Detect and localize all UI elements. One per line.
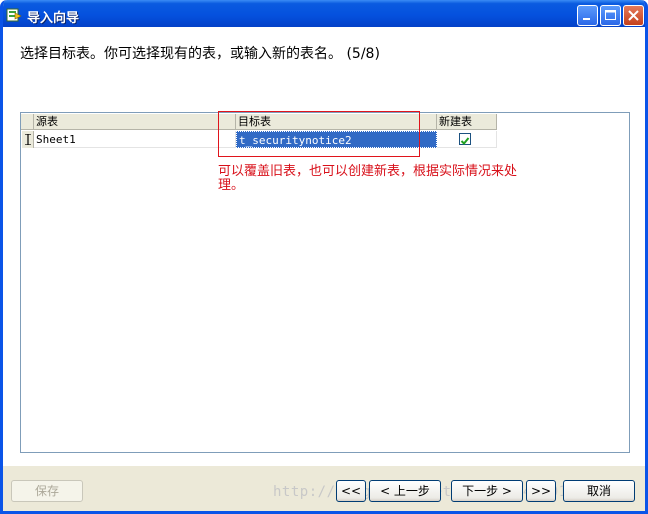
maximize-button[interactable] [600, 5, 621, 26]
wizard-content: 选择目标表。你可选择现有的表，或输入新的表名。 (5/8) 源表 目标表 新建表… [3, 27, 645, 465]
window-title: 导入向导 [27, 11, 80, 26]
new-table-checkbox[interactable] [459, 133, 471, 145]
column-header-source[interactable]: 源表 [34, 114, 236, 130]
row-header-corner [21, 114, 34, 130]
next-step-button[interactable]: 下一步 > [451, 480, 523, 502]
first-step-button[interactable]: << [336, 480, 366, 502]
column-header-new-table[interactable]: 新建表 [437, 114, 497, 130]
previous-step-button[interactable]: < 上一步 [369, 480, 441, 502]
row-edit-icon [25, 134, 31, 145]
source-table-cell[interactable]: Sheet1 [34, 131, 236, 148]
import-wizard-window: 导入向导 选择目标表。你可选择现有的表，或输入新的表名。 (5/8) 源表 目标… [0, 0, 648, 514]
new-table-cell[interactable] [437, 131, 497, 148]
save-button[interactable]: 保存 [11, 480, 83, 502]
import-wizard-icon [6, 7, 22, 23]
minimize-icon [583, 18, 590, 20]
instruction-text: 选择目标表。你可选择现有的表，或输入新的表名。 (5/8) [20, 46, 380, 62]
target-column-highlight [218, 111, 420, 157]
checkbox-checked-icon [460, 137, 470, 145]
minimize-button[interactable] [577, 5, 598, 26]
last-step-button[interactable]: >> [526, 480, 556, 502]
close-button[interactable] [623, 5, 644, 26]
row-indicator[interactable] [22, 131, 34, 148]
maximize-icon [605, 10, 616, 20]
cancel-button[interactable]: 取消 [563, 480, 635, 502]
annotation-note: 可以覆盖旧表，也可以创建新表，根据实际情况来处理。 [218, 164, 518, 193]
title-bar[interactable]: 导入向导 [3, 0, 645, 30]
close-icon [628, 10, 639, 21]
wizard-footer: 保存 http://blog.csdn.net/weixin_40001345 … [3, 465, 645, 511]
